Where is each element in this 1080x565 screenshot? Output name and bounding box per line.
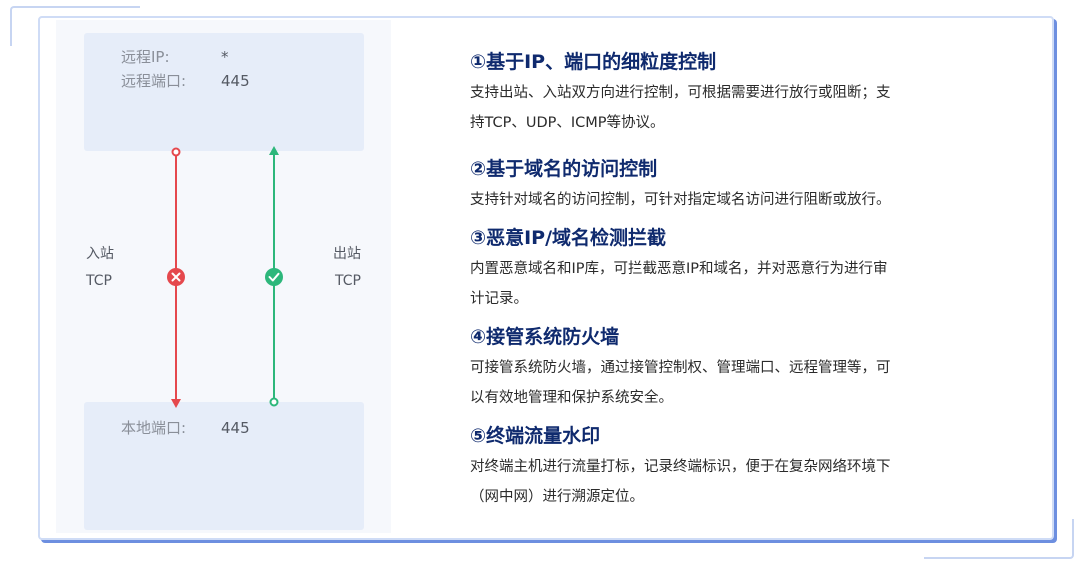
remote-port-row: 远程端口: 445 [121, 70, 250, 91]
inbound-protocol: TCP [86, 273, 112, 289]
remote-ip-label: 远程IP: [121, 48, 170, 66]
feature-title: ⑤终端流量水印 [470, 425, 601, 447]
feature-desc-line: 支持出站、入站双方向进行控制，可根据需要进行放行或阻断；支 [470, 85, 891, 101]
inbound-label: 入站 [86, 246, 114, 262]
feature-desc-line: 以有效地管理和保护系统安全。 [470, 390, 673, 406]
feature-desc-line: 可接管系统防火墙，通过接管控制权、管理端口、远程管理等，可 [470, 360, 891, 376]
remote-port-label: 远程端口: [121, 72, 187, 90]
feature-desc-line: 内置恶意域名和IP库，可拦截恶意IP和域名，并对恶意行为进行审 [470, 261, 888, 277]
feature-desc-line: 对终端主机进行流量打标，记录终端标识，便于在复杂网络环境下 [470, 459, 891, 475]
remote-port-value: 445 [221, 72, 250, 90]
feature-desc-line: 持TCP、UDP、ICMP等协议。 [470, 115, 665, 131]
feature-title: ③恶意IP/域名检测拦截 [470, 227, 667, 249]
feature-desc-line: 计记录。 [470, 291, 528, 307]
feature-item: ②基于域名的访问控制 支持针对域名的访问控制，可针对指定域名访问进行阻断或放行。 [470, 153, 990, 222]
feature-item: ④接管系统防火墙 可接管系统防火墙，通过接管控制权、管理端口、远程管理等，可 以… [470, 321, 990, 420]
feature-title: ①基于IP、端口的细粒度控制 [470, 51, 717, 73]
feature-title: ②基于域名的访问控制 [470, 158, 658, 180]
local-port-value: 445 [221, 419, 250, 437]
feature-desc-line: 支持针对域名的访问控制，可针对指定域名访问进行阻断或放行。 [470, 192, 891, 208]
feature-title: ④接管系统防火墙 [470, 326, 620, 348]
local-port-row: 本地端口: 445 [121, 417, 250, 438]
local-port-label: 本地端口: [121, 419, 187, 437]
feature-item: ③恶意IP/域名检测拦截 内置恶意域名和IP库，可拦截恶意IP和域名，并对恶意行… [470, 222, 990, 321]
feature-list: ①基于IP、端口的细粒度控制 支持出站、入站双方向进行控制，可根据需要进行放行或… [470, 46, 990, 512]
feature-item: ①基于IP、端口的细粒度控制 支持出站、入站双方向进行控制，可根据需要进行放行或… [470, 46, 990, 153]
remote-ip-value: * [221, 48, 229, 66]
outbound-protocol: TCP [335, 273, 361, 289]
outbound-label: 出站 [333, 246, 361, 262]
remote-ip-row: 远程IP: * [121, 46, 229, 67]
feature-item: ⑤终端流量水印 对终端主机进行流量打标，记录终端标识，便于在复杂网络环境下 （网… [470, 420, 990, 512]
feature-desc-line: （网中网）进行溯源定位。 [470, 489, 644, 505]
